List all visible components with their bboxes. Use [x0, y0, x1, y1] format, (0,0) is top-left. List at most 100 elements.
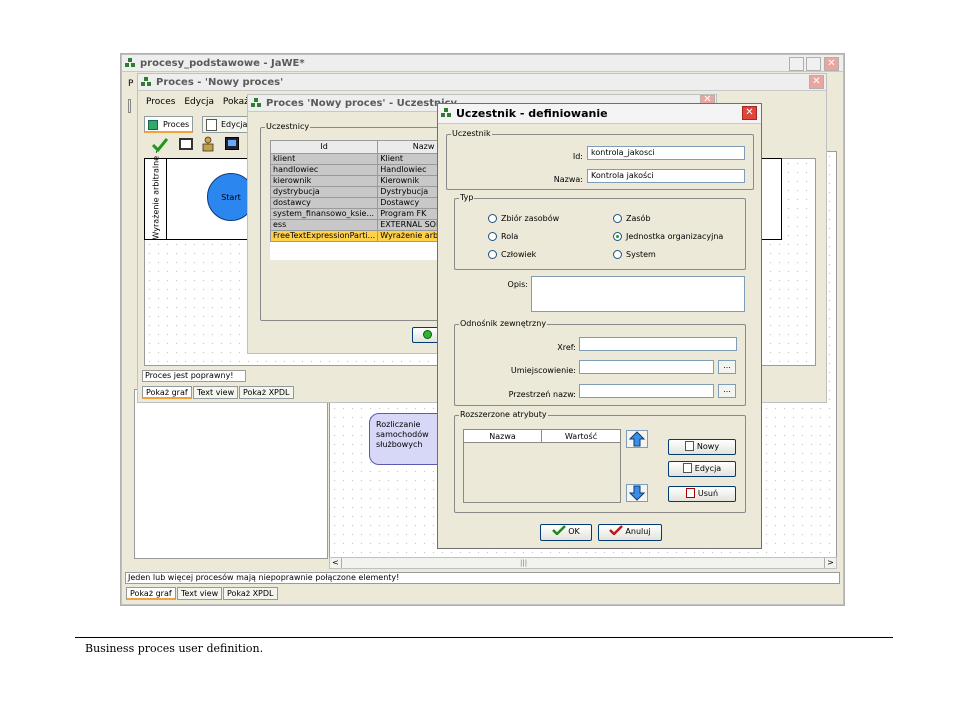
- tab-text-view[interactable]: Text view: [177, 587, 223, 600]
- move-down-button[interactable]: [626, 484, 648, 502]
- cell-id: dostawcy: [270, 197, 379, 209]
- uczestnik-group-label: Uczestnik: [451, 129, 492, 138]
- scroll-left-button[interactable]: <: [330, 558, 342, 568]
- table-row[interactable]: dystrybucja Dystrybucja: [270, 186, 440, 198]
- dialog-titlebar[interactable]: Uczestnik - definiowanie: [438, 104, 761, 124]
- column-header-id[interactable]: Id: [270, 140, 379, 154]
- scroll-right-button[interactable]: >: [824, 558, 836, 568]
- id-field[interactable]: kontrola_jakosci: [587, 146, 745, 160]
- proces-tab-text-view[interactable]: Text view: [193, 386, 239, 399]
- proces-tab-pokaz-graf[interactable]: Pokaż graf: [142, 386, 192, 399]
- tab-pokaz-xpdl[interactable]: Pokaż XPDL: [223, 587, 278, 600]
- cell-id: klient: [270, 153, 379, 165]
- proces-close-button[interactable]: ✕: [809, 75, 824, 89]
- table-row[interactable]: dostawcy Dostawcy: [270, 197, 440, 209]
- nazwa-field[interactable]: Kontrola jakości: [587, 169, 745, 183]
- radio-zasob-dot[interactable]: [613, 214, 622, 223]
- radio-rola[interactable]: Rola: [488, 232, 518, 241]
- nazwa-field-value: Kontrola jakości: [591, 171, 654, 180]
- umiejscowienie-field[interactable]: [579, 360, 714, 374]
- radio-system-dot[interactable]: [613, 250, 622, 259]
- participants-table[interactable]: Id Nazw klient Klient handlowiec Handlowie…: [270, 140, 440, 242]
- ok-button[interactable]: OK: [540, 524, 592, 541]
- jawe-app-icon: [125, 58, 136, 68]
- id-field-value: kontrola_jakosci: [591, 148, 655, 157]
- proces-titlebar[interactable]: Proces - 'Nowy proces': [138, 74, 826, 91]
- typ-group-label: Typ: [459, 193, 475, 202]
- przestrzen-nazw-label: Przestrzeń nazw:: [508, 390, 576, 399]
- table-row[interactable]: klient Klient: [270, 153, 440, 165]
- move-up-button[interactable]: [626, 430, 648, 448]
- ok-check-icon: [552, 525, 567, 536]
- cell-id: dystrybucja: [270, 186, 379, 198]
- radio-czlowiek-dot[interactable]: [488, 250, 497, 259]
- menu-proces[interactable]: Proces: [146, 97, 175, 107]
- table-row[interactable]: handlowiec Handlowiec: [270, 164, 440, 176]
- cell-name: EXTERNAL SOL: [377, 219, 440, 231]
- participants-table-wrap[interactable]: Id Nazw klient Klient handlowiec Handlowie…: [270, 140, 440, 260]
- radio-czlowiek[interactable]: Człowiek: [488, 250, 536, 259]
- tab-edycja[interactable]: Edycja: [202, 116, 252, 133]
- proces-tab-pokaz-xpdl[interactable]: Pokaż XPDL: [239, 386, 294, 399]
- cell-id: system_finansowo_ksie...: [270, 208, 379, 220]
- minimize-button[interactable]: [789, 57, 804, 71]
- radio-jednostka-label: Jednostka organizacyjna: [626, 232, 724, 241]
- menu-pokaz[interactable]: Pokaż: [223, 97, 249, 107]
- radio-jednostka-dot-selected[interactable]: [613, 232, 622, 241]
- przestrzen-browse-button[interactable]: ...: [718, 384, 736, 398]
- tab-proces[interactable]: Proces: [144, 116, 194, 133]
- swimlane-label: Wyrażenie arbitralne -: [151, 150, 161, 240]
- table-row[interactable]: system_finansowo_ksie... Program FK: [270, 208, 440, 220]
- anuluj-button[interactable]: Anuluj: [598, 524, 662, 541]
- opis-label: Opis:: [507, 280, 528, 289]
- monitor-icon[interactable]: [225, 137, 239, 150]
- cancel-check-icon: [609, 525, 624, 536]
- cell-id: FreeTextExpressionParti...: [270, 230, 379, 242]
- attr-column-nazwa[interactable]: Nazwa: [464, 430, 542, 443]
- participants-icon[interactable]: [201, 136, 215, 152]
- dialog-close-button[interactable]: ✕: [742, 106, 757, 120]
- horizontal-scrollbar[interactable]: < ||| >: [329, 557, 837, 569]
- windows-icon[interactable]: [179, 138, 193, 150]
- menu-item-first[interactable]: P: [128, 79, 133, 89]
- tab-proces-label: Proces: [163, 120, 190, 129]
- main-close-button[interactable]: ✕: [824, 57, 839, 71]
- arrow-up-icon: [628, 431, 646, 447]
- opis-textarea[interactable]: [531, 276, 745, 312]
- radio-zbior-zasobow[interactable]: Zbiór zasobów: [488, 214, 559, 223]
- activity-label: Rozliczanie samochodów służbowych: [376, 420, 429, 449]
- scroll-grip[interactable]: |||: [520, 558, 527, 568]
- edycja-button[interactable]: Edycja: [668, 461, 736, 477]
- table-row[interactable]: kierownik Kierownik: [270, 175, 440, 187]
- nowy-button[interactable]: Nowy: [668, 439, 736, 455]
- table-row-selected[interactable]: FreeTextExpressionParti... Wyrażenie arbi…: [270, 230, 440, 242]
- przestrzen-nazw-field[interactable]: [579, 384, 714, 398]
- maximize-button[interactable]: [806, 57, 821, 71]
- radio-jednostka-organizacyjna[interactable]: Jednostka organizacyjna: [613, 232, 723, 241]
- radio-rola-label: Rola: [501, 232, 519, 241]
- radio-czlowiek-label: Człowiek: [501, 250, 537, 259]
- dialog-window-icon: [441, 108, 452, 118]
- xref-field[interactable]: [579, 337, 737, 351]
- proces-status-bar: Proces jest poprawny!: [142, 370, 246, 382]
- tab-pokaz-graf[interactable]: Pokaż graf: [126, 587, 176, 600]
- odnosnik-group-label: Odnośnik zewnętrzny: [459, 319, 548, 328]
- cell-id: handlowiec: [270, 164, 379, 176]
- attributes-table[interactable]: Nazwa Wartość: [463, 429, 621, 503]
- radio-zbior-zasobow-dot[interactable]: [488, 214, 497, 223]
- nowy-button-label: Nowy: [696, 442, 720, 451]
- dialog-title: Uczestnik - definiowanie: [456, 107, 608, 120]
- main-window-titlebar[interactable]: procesy_podstawowe - JaWE*: [122, 55, 843, 72]
- umiejscowienie-browse-button[interactable]: ...: [718, 360, 736, 374]
- xref-label: Xref:: [557, 343, 576, 352]
- column-header-nazwa[interactable]: Nazw: [377, 140, 440, 154]
- table-row[interactable]: ess EXTERNAL SOL: [270, 219, 440, 231]
- radio-system[interactable]: System: [613, 250, 656, 259]
- green-circle-icon: [422, 330, 432, 339]
- menu-edycja[interactable]: Edycja: [184, 97, 214, 107]
- attr-column-wartosc[interactable]: Wartość: [542, 430, 620, 443]
- radio-rola-dot[interactable]: [488, 232, 497, 241]
- radio-zasob[interactable]: Zasób: [613, 214, 651, 223]
- figure-caption: Business proces user definition.: [85, 642, 264, 655]
- usun-button[interactable]: Usuń: [668, 486, 736, 502]
